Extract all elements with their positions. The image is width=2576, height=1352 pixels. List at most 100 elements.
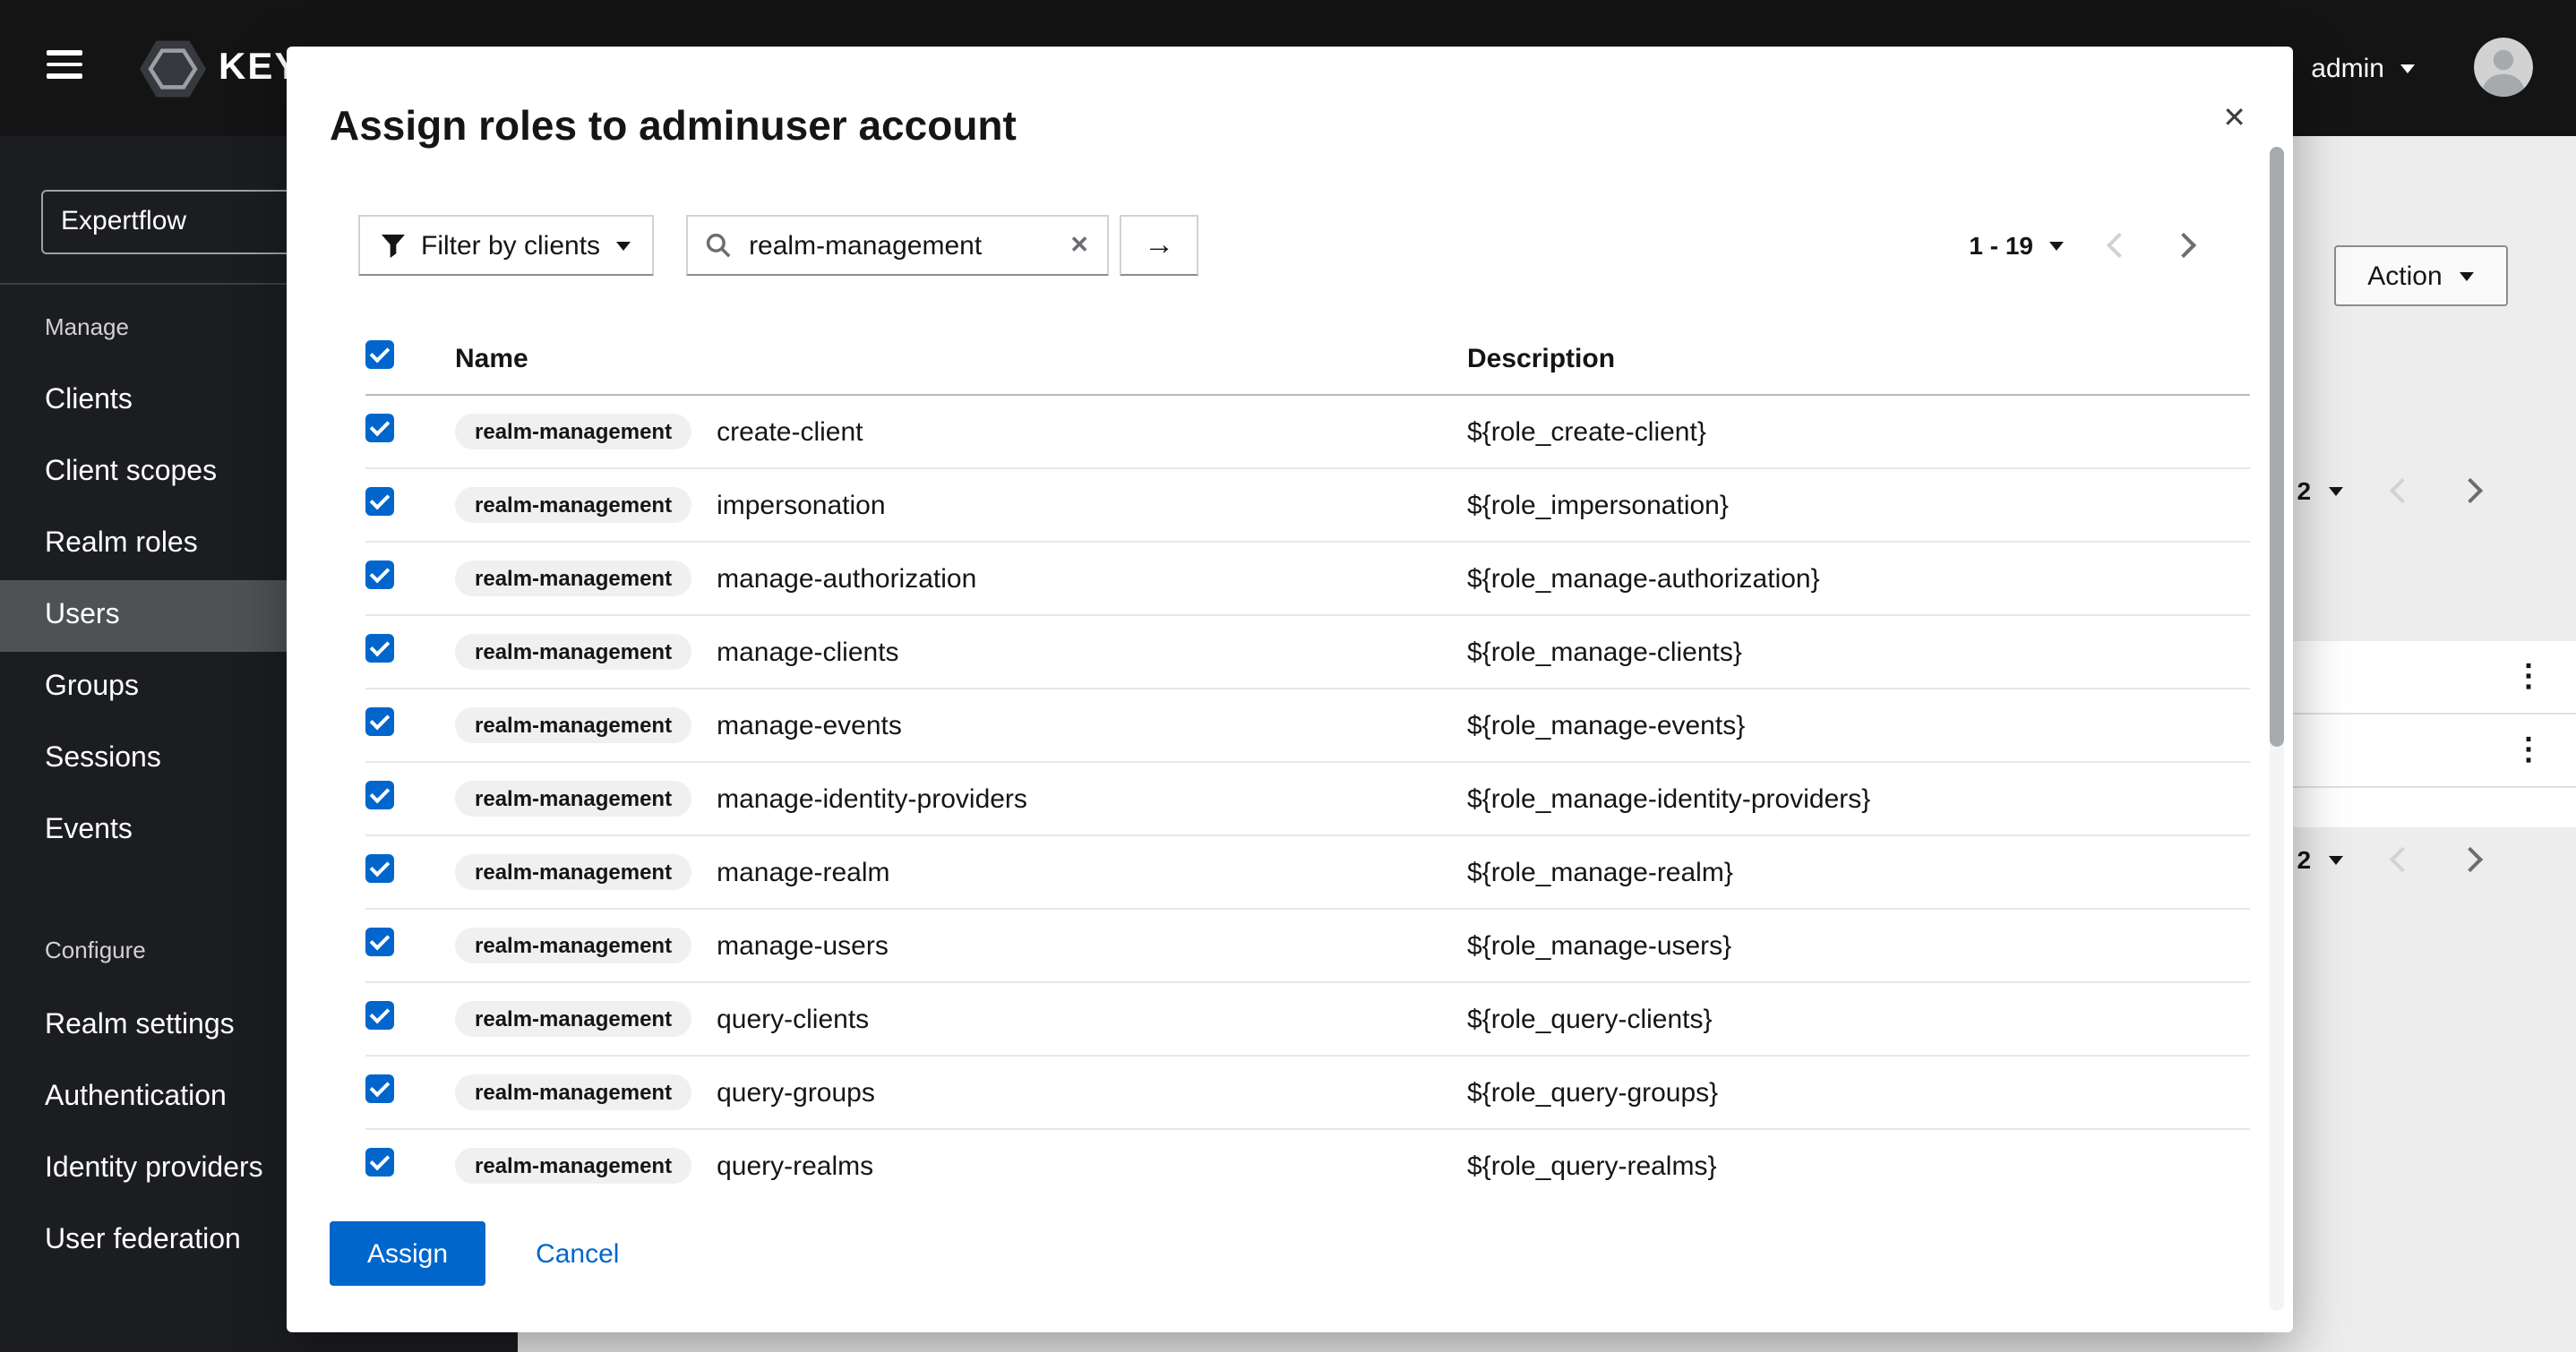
role-description: ${role_manage-realm} bbox=[1467, 857, 2250, 887]
scrollbar-thumb[interactable] bbox=[2270, 147, 2284, 747]
table-row: realm-management manage-identity-provide… bbox=[365, 763, 2250, 836]
keycloak-admin-console: KEYCLOAK admin Expertflow Manage Clients… bbox=[0, 0, 2576, 1352]
role-description: ${role_impersonation} bbox=[1467, 490, 2250, 520]
modal-scrollbar[interactable] bbox=[2270, 147, 2284, 1311]
pagination-dropdown[interactable]: 1 - 19 bbox=[1969, 231, 2064, 260]
column-header-description: Description bbox=[1467, 343, 2250, 373]
client-badge: realm-management bbox=[455, 487, 691, 523]
filter-dropdown-label: Filter by clients bbox=[421, 230, 600, 261]
user-menu[interactable]: admin bbox=[2311, 0, 2415, 136]
table-row: realm-management query-realms ${role_que… bbox=[365, 1130, 2250, 1193]
role-description: ${role_create-client} bbox=[1467, 416, 2250, 447]
table-row: realm-management manage-users ${role_man… bbox=[365, 910, 2250, 983]
pagination-range-label: 1 - 19 bbox=[1969, 231, 2033, 260]
client-badge: realm-management bbox=[455, 707, 691, 743]
kebab-menu-icon[interactable]: ⋮ bbox=[2513, 715, 2544, 786]
row-checkbox[interactable] bbox=[365, 1148, 394, 1177]
role-description: ${role_manage-events} bbox=[1467, 710, 2250, 740]
client-badge: realm-management bbox=[455, 928, 691, 963]
client-badge: realm-management bbox=[455, 1148, 691, 1184]
client-badge: realm-management bbox=[455, 634, 691, 670]
pagination-prev-icon[interactable] bbox=[2393, 482, 2411, 500]
role-description: ${role_manage-authorization} bbox=[1467, 563, 2250, 594]
chevron-down-icon bbox=[2049, 241, 2064, 250]
table-header-row: Name Description bbox=[365, 322, 2250, 396]
role-name: manage-realm bbox=[717, 857, 889, 887]
search-group: ✕ → bbox=[686, 215, 1198, 276]
modal-footer: Assign Cancel bbox=[330, 1221, 619, 1286]
kebab-menu-icon[interactable]: ⋮ bbox=[2513, 641, 2544, 713]
chevron-down-icon bbox=[616, 241, 631, 250]
row-checkbox[interactable] bbox=[365, 928, 394, 956]
role-name: manage-users bbox=[717, 930, 889, 961]
realm-name: Expertflow bbox=[61, 206, 186, 236]
nav-toggle-icon[interactable] bbox=[47, 50, 86, 86]
role-name: manage-clients bbox=[717, 637, 898, 667]
modal-title: Assign roles to adminuser account bbox=[330, 102, 1017, 150]
role-description: ${role_manage-identity-providers} bbox=[1467, 783, 2250, 814]
role-description: ${role_query-realms} bbox=[1467, 1151, 2250, 1181]
close-icon[interactable]: ✕ bbox=[2215, 93, 2254, 143]
row-checkbox[interactable] bbox=[365, 414, 394, 442]
filter-dropdown[interactable]: Filter by clients bbox=[358, 215, 654, 276]
table-row: realm-management query-groups ${role_que… bbox=[365, 1057, 2250, 1130]
role-name: manage-identity-providers bbox=[717, 783, 1027, 814]
table-row: realm-management manage-events ${role_ma… bbox=[365, 689, 2250, 763]
role-name: query-groups bbox=[717, 1077, 875, 1108]
search-icon bbox=[706, 233, 731, 258]
client-badge: realm-management bbox=[455, 1001, 691, 1037]
user-avatar-icon bbox=[2474, 38, 2533, 97]
background-pagination-top: 1 - 2 bbox=[2261, 476, 2479, 505]
avatar[interactable] bbox=[2474, 38, 2533, 97]
modal-toolbar: Filter by clients ✕ → 1 - 19 bbox=[358, 215, 2221, 276]
keycloak-logo-icon bbox=[140, 35, 206, 101]
row-checkbox[interactable] bbox=[365, 854, 394, 883]
table-row: realm-management impersonation ${role_im… bbox=[365, 469, 2250, 543]
client-badge: realm-management bbox=[455, 1074, 691, 1110]
table-row: realm-management manage-authorization ${… bbox=[365, 543, 2250, 616]
chevron-down-icon bbox=[2329, 486, 2343, 495]
clear-search-icon[interactable]: ✕ bbox=[1069, 231, 1089, 260]
assign-button[interactable]: Assign bbox=[330, 1221, 485, 1286]
row-checkbox[interactable] bbox=[365, 707, 394, 736]
pagination-next-icon[interactable] bbox=[2461, 482, 2479, 500]
assign-roles-modal: Assign roles to adminuser account ✕ Filt… bbox=[287, 47, 2293, 1332]
row-checkbox[interactable] bbox=[365, 634, 394, 663]
role-description: ${role_query-clients} bbox=[1467, 1004, 2250, 1034]
chevron-down-icon bbox=[2329, 855, 2343, 864]
pagination-next-icon[interactable] bbox=[2175, 236, 2193, 254]
client-badge: realm-management bbox=[455, 560, 691, 596]
cancel-button[interactable]: Cancel bbox=[536, 1238, 619, 1269]
table-row: realm-management create-client ${role_cr… bbox=[365, 396, 2250, 469]
row-checkbox[interactable] bbox=[365, 1074, 394, 1103]
pagination-prev-icon[interactable] bbox=[2110, 236, 2128, 254]
column-header-name: Name bbox=[455, 343, 1467, 373]
modal-pagination: 1 - 19 bbox=[1969, 215, 2193, 276]
role-description: ${role_manage-clients} bbox=[1467, 637, 2250, 667]
pagination-prev-icon[interactable] bbox=[2393, 851, 2411, 869]
action-dropdown[interactable]: Action bbox=[2334, 245, 2508, 306]
user-name: admin bbox=[2311, 53, 2384, 83]
select-all-checkbox[interactable] bbox=[365, 340, 394, 369]
row-checkbox[interactable] bbox=[365, 487, 394, 516]
arrow-right-icon: → bbox=[1144, 227, 1174, 261]
client-badge: realm-management bbox=[455, 854, 691, 890]
chevron-down-icon bbox=[2460, 271, 2475, 280]
row-checkbox[interactable] bbox=[365, 560, 394, 589]
role-name: manage-authorization bbox=[717, 563, 976, 594]
pagination-next-icon[interactable] bbox=[2461, 851, 2479, 869]
role-description: ${role_query-groups} bbox=[1467, 1077, 2250, 1108]
search-input[interactable] bbox=[745, 228, 1055, 262]
role-name: create-client bbox=[717, 416, 863, 447]
row-checkbox[interactable] bbox=[365, 781, 394, 809]
background-pagination-bottom: 1 - 2 bbox=[2261, 845, 2479, 874]
search-submit-button[interactable]: → bbox=[1120, 215, 1198, 276]
role-description: ${role_manage-users} bbox=[1467, 930, 2250, 961]
table-row: realm-management manage-realm ${role_man… bbox=[365, 836, 2250, 910]
role-name: manage-events bbox=[717, 710, 902, 740]
search-box: ✕ bbox=[686, 215, 1109, 276]
assign-roles-table: Name Description realm-management create… bbox=[330, 322, 2250, 1193]
role-name: query-realms bbox=[717, 1151, 873, 1181]
filter-icon bbox=[382, 234, 405, 257]
row-checkbox[interactable] bbox=[365, 1001, 394, 1030]
